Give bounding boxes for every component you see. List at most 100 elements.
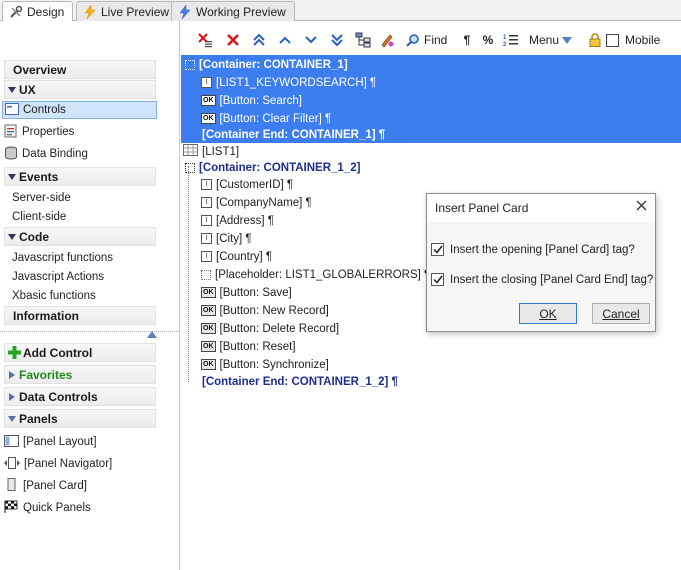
control-row[interactable]: I [CustomerID] ¶ xyxy=(201,176,293,193)
controls-icon xyxy=(5,102,19,118)
opening-tag-checkbox[interactable] xyxy=(431,243,444,256)
delete-all-button[interactable] xyxy=(197,29,213,51)
section-information[interactable]: Information xyxy=(4,306,156,325)
svg-text:1: 1 xyxy=(503,35,507,41)
closing-tag-checkbox[interactable] xyxy=(431,273,444,286)
section-overview-label: Overview xyxy=(13,62,67,77)
percent-button[interactable]: % xyxy=(480,29,496,51)
menu-dropdown[interactable]: Menu xyxy=(529,29,573,51)
sidebar-item-server-side[interactable]: Server-side xyxy=(12,189,71,207)
edit-style-button[interactable] xyxy=(379,29,395,51)
triangle-down-icon xyxy=(5,415,19,422)
control-row[interactable]: I [CompanyName] ¶ xyxy=(201,194,312,211)
button-row[interactable]: OK [Button: Synchronize] xyxy=(201,356,329,373)
section-overview[interactable]: Overview xyxy=(4,60,156,79)
button-row[interactable]: OK [Button: Clear Filter] ¶ xyxy=(201,110,331,127)
collapse-up-icon[interactable] xyxy=(147,327,159,338)
sidebar-item-xbasic[interactable]: Xbasic functions xyxy=(12,287,96,305)
sidebar-item-panel-card[interactable]: [Panel Card] xyxy=(4,477,87,495)
section-ux[interactable]: UX xyxy=(4,80,156,99)
tab-working-preview-label: Working Preview xyxy=(196,4,286,19)
find-button[interactable]: Find xyxy=(405,29,447,51)
section-events[interactable]: Events xyxy=(4,167,156,186)
sidebar-item-controls[interactable]: Controls xyxy=(2,101,157,119)
ok-button[interactable]: OK xyxy=(519,303,577,324)
tab-design[interactable]: Design xyxy=(2,1,74,22)
button-row[interactable]: OK [Button: Delete Record] xyxy=(201,320,339,337)
sidebar-item-properties-label: Properties xyxy=(22,126,75,138)
row-label: [Container: CONTAINER_1] xyxy=(199,58,348,71)
mobile-checkbox[interactable]: Mobile xyxy=(606,29,660,51)
tab-live-preview[interactable]: Live Preview xyxy=(76,1,179,21)
panel-card-icon xyxy=(4,478,19,494)
button-row[interactable]: OK [Button: Reset] xyxy=(201,338,296,355)
section-add-control-label: Add Control xyxy=(23,345,93,360)
sidebar-item-quick-panels-label: Quick Panels xyxy=(23,502,91,514)
checkered-flag-icon xyxy=(4,500,19,517)
section-information-label: Information xyxy=(13,308,79,323)
sidebar-item-data-binding[interactable]: Data Binding xyxy=(4,145,88,163)
container-start-row[interactable]: [Container: CONTAINER_1] xyxy=(185,56,348,73)
numbered-list-icon: 12 xyxy=(503,32,519,48)
mobile-checkbox-box[interactable] xyxy=(606,33,619,47)
move-to-bottom-button[interactable] xyxy=(329,29,345,51)
lightning-blue-icon xyxy=(178,4,192,19)
placeholder-icon xyxy=(201,269,211,280)
list-row[interactable]: [LIST1] xyxy=(183,143,239,160)
container-end-row[interactable]: [Container End: CONTAINER_1_2] ¶ xyxy=(202,373,398,390)
section-code[interactable]: Code xyxy=(4,227,156,246)
delete-button[interactable] xyxy=(225,29,241,51)
closing-tag-option[interactable]: Insert the closing [Panel Card End] tag? xyxy=(431,273,653,286)
row-label: [CustomerID] ¶ xyxy=(216,178,294,191)
layout-tree-button[interactable] xyxy=(355,29,371,51)
textbox-icon: I xyxy=(201,215,212,226)
opening-tag-option[interactable]: Insert the opening [Panel Card] tag? xyxy=(431,243,635,256)
button-row[interactable]: OK [Button: Search] xyxy=(201,92,302,109)
sidebar-item-client-side[interactable]: Client-side xyxy=(12,208,66,226)
tab-design-label: Design xyxy=(27,5,65,19)
move-to-top-button[interactable] xyxy=(251,29,267,51)
ok-button-icon: OK xyxy=(201,359,216,370)
cancel-button-label: Cancel xyxy=(602,306,640,321)
sidebar-item-js-functions[interactable]: Javascript functions xyxy=(12,249,113,267)
placeholder-row[interactable]: [Placeholder: LIST1_GLOBALERRORS] ¶ xyxy=(201,266,430,283)
row-label: [Button: Delete Record] xyxy=(219,322,340,335)
tab-working-preview[interactable]: Working Preview xyxy=(171,1,295,21)
sidebar-item-properties[interactable]: Properties xyxy=(4,123,74,141)
lock-button[interactable] xyxy=(587,29,603,51)
control-row[interactable]: I [Address] ¶ xyxy=(201,212,274,229)
editor-toolbar: Find ¶ % 12 Menu Mobile xyxy=(181,29,681,53)
section-add-control[interactable]: Add Control xyxy=(4,343,156,362)
triangle-right-icon xyxy=(5,370,19,379)
numbered-list-button[interactable]: 12 xyxy=(503,29,519,51)
tab-strip: Design Live Preview Working Preview xyxy=(0,0,681,22)
sidebar-item-panel-layout[interactable]: [Panel Layout] xyxy=(4,433,97,451)
section-data-controls[interactable]: Data Controls xyxy=(4,387,156,406)
section-favorites[interactable]: Favorites xyxy=(4,365,156,384)
container-start-row[interactable]: [Container: CONTAINER_1_2] xyxy=(185,159,360,176)
control-row[interactable]: I [LIST1_KEYWORDSEARCH] ¶ xyxy=(201,74,376,91)
move-down-button[interactable] xyxy=(303,29,319,51)
sidebar-item-js-actions[interactable]: Javascript Actions xyxy=(12,268,104,286)
container-end-row[interactable]: [Container End: CONTAINER_1] ¶ xyxy=(202,126,385,143)
ok-button-icon: OK xyxy=(201,113,216,124)
ok-button-icon: OK xyxy=(201,341,216,352)
section-code-label: Code xyxy=(19,229,49,244)
row-label: [Button: Clear Filter] ¶ xyxy=(219,112,332,125)
move-up-button[interactable] xyxy=(277,29,293,51)
cancel-button[interactable]: Cancel xyxy=(592,303,650,324)
sidebar-item-client-side-label: Client-side xyxy=(12,211,67,223)
button-row[interactable]: OK [Button: Save] xyxy=(201,284,292,301)
section-panels[interactable]: Panels xyxy=(4,409,156,428)
sidebar-item-panel-navigator[interactable]: [Panel Navigator] xyxy=(4,455,112,473)
control-row[interactable]: I [City] ¶ xyxy=(201,230,252,247)
close-button[interactable] xyxy=(633,199,649,215)
control-row[interactable]: I [Country] ¶ xyxy=(201,248,272,265)
show-pilcrow-button[interactable]: ¶ xyxy=(459,29,475,51)
chevron-down-icon xyxy=(303,32,319,48)
row-label: [Container: CONTAINER_1_2] xyxy=(199,161,361,174)
row-label: [Button: Reset] xyxy=(219,340,296,353)
section-events-label: Events xyxy=(19,169,59,184)
sidebar-item-quick-panels[interactable]: Quick Panels xyxy=(4,499,91,517)
button-row[interactable]: OK [Button: New Record] xyxy=(201,302,329,319)
